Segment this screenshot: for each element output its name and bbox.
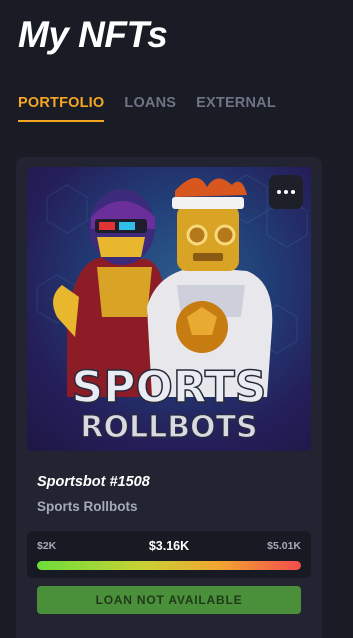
artwork-title-line1: SPORTS xyxy=(72,362,267,413)
collection-name[interactable]: Sports Rollbots xyxy=(37,499,138,514)
price-range-panel: $2K $3.16K $5.01K xyxy=(27,531,311,578)
loan-not-available-button[interactable]: LOAN NOT AVAILABLE xyxy=(37,586,301,614)
price-high-label: $5.01K xyxy=(267,540,301,552)
more-horizontal-icon xyxy=(277,190,281,194)
tab-bar: PORTFOLIO LOANS EXTERNAL xyxy=(18,95,276,122)
nft-name: Sportsbot #1508 xyxy=(37,474,150,490)
price-range-bar xyxy=(37,561,301,570)
tab-portfolio[interactable]: PORTFOLIO xyxy=(18,95,105,122)
more-horizontal-icon-dot xyxy=(291,190,295,194)
page-title: My NFTs xyxy=(18,14,168,55)
tab-loans[interactable]: LOANS xyxy=(124,95,176,122)
artwork-title-line2: ROLLBOTS xyxy=(80,410,257,445)
nft-image[interactable]: SPORTS ROLLBOTS xyxy=(27,167,311,451)
tab-external[interactable]: EXTERNAL xyxy=(196,95,276,122)
nft-card[interactable]: SPORTS ROLLBOTS Sportsbot #1508 Sports R… xyxy=(16,157,322,638)
nft-artwork: SPORTS ROLLBOTS xyxy=(36,174,308,446)
more-options-button[interactable] xyxy=(269,175,303,209)
more-horizontal-icon-dot xyxy=(284,190,288,194)
